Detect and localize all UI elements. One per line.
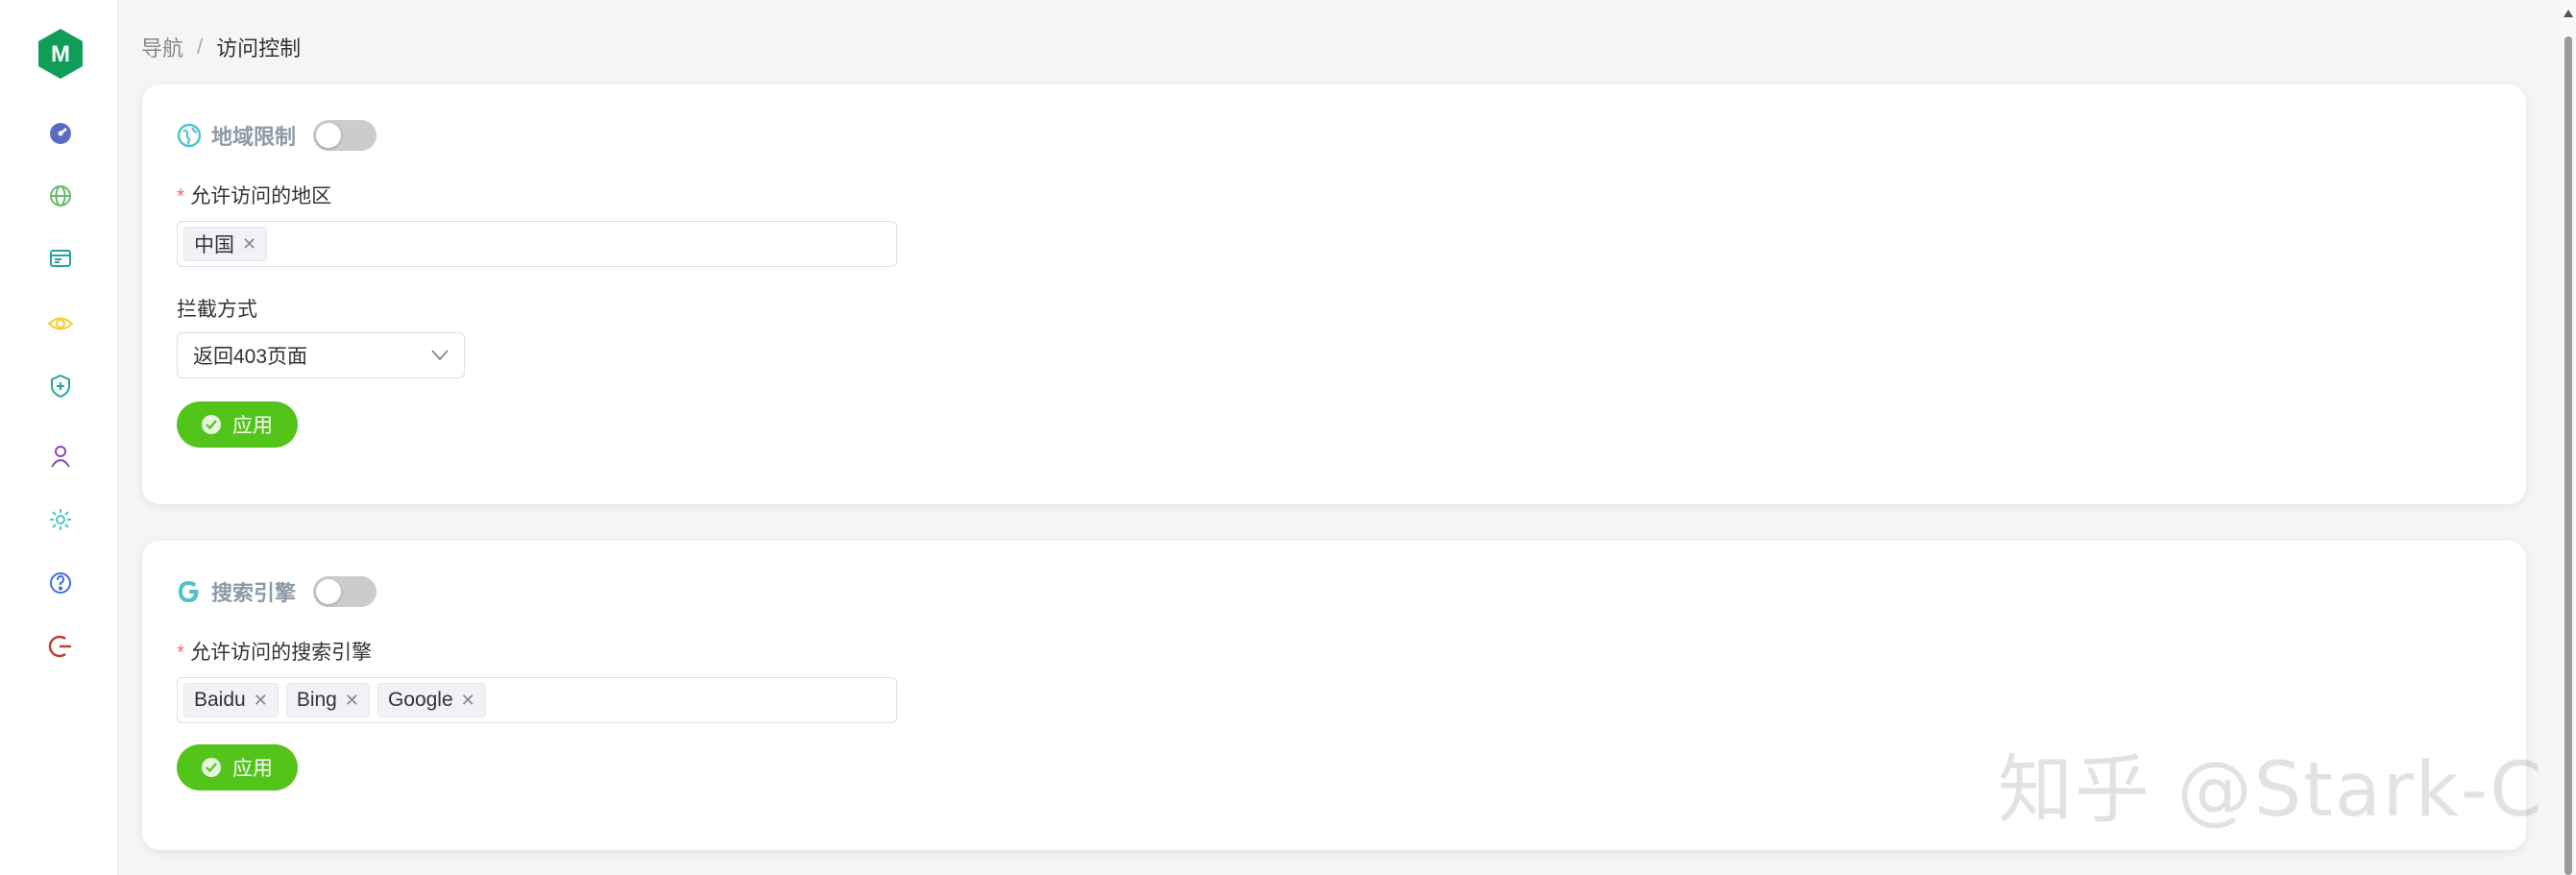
block-method-select[interactable]: 返回403页面 bbox=[177, 332, 465, 378]
search-engine-tag: Bing ✕ bbox=[285, 683, 370, 717]
google-g-icon bbox=[179, 581, 199, 602]
dashboard-icon[interactable] bbox=[45, 118, 76, 149]
svg-text:M: M bbox=[51, 41, 70, 67]
globe-colored-icon bbox=[177, 123, 202, 148]
chevron-down-icon bbox=[431, 350, 449, 361]
scroll-up-arrow-icon[interactable] bbox=[2564, 10, 2573, 17]
search-engine-tag: Google ✕ bbox=[377, 683, 486, 717]
shield-icon[interactable] bbox=[45, 371, 76, 401]
sidebar: M bbox=[0, 0, 118, 875]
breadcrumb-root[interactable]: 导航 bbox=[141, 32, 183, 62]
geo-card-title: 地域限制 bbox=[211, 125, 297, 149]
block-method-value: 返回403页面 bbox=[193, 346, 308, 368]
search-engine-tag: Baidu ✕ bbox=[183, 683, 279, 717]
breadcrumb-current: 访问控制 bbox=[216, 36, 302, 61]
globe-icon[interactable] bbox=[45, 181, 76, 211]
search-engine-toggle[interactable] bbox=[313, 576, 377, 607]
watermark: 知乎 @Stark-C bbox=[1998, 747, 2544, 834]
vertical-scrollbar[interactable] bbox=[2561, 0, 2576, 875]
breadcrumb-separator: / bbox=[197, 35, 204, 59]
eye-icon[interactable] bbox=[45, 308, 76, 339]
allowed-regions-input[interactable]: 中国 ✕ bbox=[177, 221, 897, 267]
logout-icon[interactable] bbox=[45, 631, 76, 662]
logo[interactable]: M bbox=[38, 29, 83, 79]
check-circle-icon bbox=[202, 415, 221, 434]
check-circle-icon bbox=[202, 758, 221, 777]
required-mark: * bbox=[177, 642, 185, 664]
required-mark: * bbox=[177, 185, 185, 207]
scrollbar-thumb[interactable] bbox=[2564, 36, 2572, 875]
help-icon[interactable] bbox=[45, 568, 76, 598]
allowed-search-engines-label: * 允许访问的搜索引擎 bbox=[177, 642, 373, 664]
geo-restriction-toggle[interactable] bbox=[313, 120, 377, 151]
block-method-label: 拦截方式 bbox=[177, 299, 257, 321]
geo-apply-button[interactable]: 应用 bbox=[177, 401, 298, 448]
allowed-regions-label: * 允许访问的地区 bbox=[177, 185, 332, 207]
website-icon[interactable] bbox=[45, 244, 76, 275]
search-apply-button[interactable]: 应用 bbox=[177, 744, 298, 790]
geo-restriction-card: 地域限制 * 允许访问的地区 中国 ✕ 拦截方式 返回403页面 应用 bbox=[142, 85, 2526, 504]
region-tag: 中国 ✕ bbox=[183, 227, 268, 261]
gear-icon[interactable] bbox=[45, 504, 76, 535]
close-icon[interactable]: ✕ bbox=[242, 234, 256, 255]
breadcrumb: 导航 / 访问控制 bbox=[141, 32, 301, 62]
allowed-search-engines-input[interactable]: Baidu ✕ Bing ✕ Google ✕ bbox=[177, 677, 897, 723]
geo-card-header: 地域限制 bbox=[177, 120, 377, 151]
user-icon[interactable] bbox=[45, 441, 76, 472]
search-card-title: 搜索引擎 bbox=[211, 581, 297, 605]
close-icon[interactable]: ✕ bbox=[345, 691, 359, 711]
close-icon[interactable]: ✕ bbox=[254, 691, 268, 711]
search-card-header: 搜索引擎 bbox=[177, 576, 377, 607]
close-icon[interactable]: ✕ bbox=[461, 691, 475, 711]
